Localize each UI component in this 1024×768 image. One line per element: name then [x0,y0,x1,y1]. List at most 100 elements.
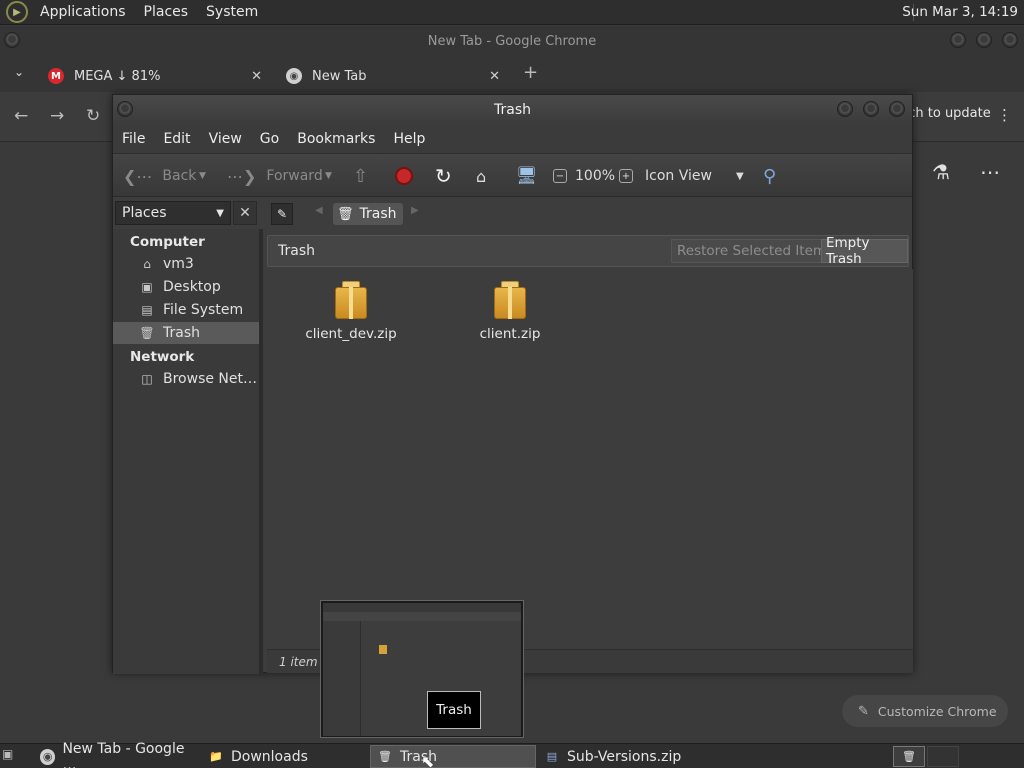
chrome-window-title: New Tab - Google Chrome [427,33,597,49]
window-menu-icon[interactable] [117,101,133,117]
window-title: Trash [494,102,531,118]
path-scroll-left-icon[interactable]: ◀ [315,205,323,216]
menu-file[interactable]: File [117,131,158,147]
minimize-icon[interactable] [950,32,966,48]
tab-mega[interactable]: M MEGA ↓ 81% ✕ [48,60,262,92]
restore-selected-button[interactable]: Restore Selected Items [671,239,840,263]
tab-search-chevron-icon[interactable]: ⌄ [14,65,24,79]
chrome-tab-strip: ⌄ M MEGA ↓ 81% ✕ ◉ New Tab ✕ + [0,56,1024,92]
sidebar-item-browse-network[interactable]: ◫ Browse Net… [113,368,259,390]
network-icon: ◫ [141,372,153,386]
file-manager-titlebar: Trash [113,95,912,125]
view-mode-select[interactable]: Icon View [645,154,712,198]
clock[interactable]: Sun Mar 3, 14:19 [902,4,1018,20]
file-name: client_dev.zip [305,326,397,342]
window-preview-thumbnail[interactable] [320,600,524,738]
menu-help[interactable]: Help [388,131,438,147]
maximize-icon[interactable] [863,101,879,117]
zoom-out-icon[interactable]: − [553,154,573,198]
file-manager-window: Trash File Edit View Go Bookmarks Help ❮… [112,94,913,674]
back-button[interactable]: ❮⋯ Back [123,154,196,198]
forward-history-arrow-icon[interactable]: ▼ [325,154,332,198]
package-icon [494,281,526,319]
back-arrow-icon[interactable]: ← [14,106,28,126]
back-arrow-icon: ❮⋯ [123,166,153,186]
labs-flask-icon[interactable]: ⚗ [932,160,950,184]
breadcrumb-trash[interactable]: 🗑 Trash [333,203,403,225]
menu-places[interactable]: Places [138,4,195,20]
sidebar-close-icon[interactable]: ✕ [233,201,257,225]
apps-grid-icon[interactable]: ⋯ [980,160,1000,184]
menu-edit[interactable]: Edit [158,131,203,147]
sidebar-item-label: File System [163,302,244,318]
trash-icon: 🗑 [337,206,354,222]
file-name: client.zip [479,326,541,342]
menu-view[interactable]: View [204,131,255,147]
forward-arrow-icon: ⋯❯ [227,166,257,186]
zoom-in-icon[interactable]: + [619,154,639,198]
task-downloads[interactable]: 📁 Downloads [202,745,366,768]
reload-icon[interactable]: ↻ [86,106,100,126]
preview-tooltip: Trash [427,691,481,729]
sidebar-item-vm3[interactable]: ⌂ vm3 [113,253,259,275]
menu-system[interactable]: System [200,4,264,20]
back-history-arrow-icon[interactable]: ▼ [199,154,206,198]
chrome-icon: ◉ [286,68,302,84]
computer-icon[interactable]: 🖥 [516,154,538,198]
sidebar: Computer ⌂ vm3 ▣ Desktop ▤ File System 🗑… [113,229,263,674]
workspace-2[interactable] [927,746,959,767]
file-item[interactable]: client.zip [460,281,560,342]
trash-icon: 🗑 [378,750,392,763]
task-sub-versions[interactable]: ▤ Sub-Versions.zip [538,745,704,768]
edit-location-icon[interactable]: ✎ [271,203,293,225]
empty-trash-button[interactable]: Empty Trash [821,235,908,267]
path-scroll-right-icon[interactable]: ▶ [411,205,419,216]
package-icon [335,281,367,319]
bottom-panel: ▣ ◉ New Tab - Google … 📁 Downloads 🗑 Tra… [0,741,1024,768]
task-label: Sub-Versions.zip [567,748,682,765]
pencil-icon: ✎ [858,703,869,719]
home-icon[interactable]: ⌂ [476,154,486,198]
forward-arrow-icon[interactable]: → [50,106,64,126]
update-button[interactable]: nch to update [900,106,991,121]
sidebar-heading-computer: Computer [130,234,205,250]
view-mode-dropdown-icon[interactable]: ▼ [736,154,744,198]
task-trash[interactable]: 🗑 Trash [370,745,536,768]
close-icon[interactable] [889,101,905,117]
tab-new-tab[interactable]: ◉ New Tab ✕ [286,60,500,92]
customize-chrome-button[interactable]: ✎ Customize Chrome [842,695,1008,727]
stop-icon[interactable] [395,154,413,198]
task-label: New Tab - Google … [62,740,185,768]
up-arrow-icon[interactable]: ⇧ [353,154,368,198]
maximize-icon[interactable] [976,32,992,48]
sidebar-item-file-system[interactable]: ▤ File System [113,299,259,321]
folder-icon: 📁 [209,750,223,763]
task-chrome[interactable]: ◉ New Tab - Google … [34,741,198,768]
sidebar-item-desktop[interactable]: ▣ Desktop [113,276,259,298]
drive-icon: ▤ [141,303,153,317]
new-tab-button[interactable]: + [523,62,538,83]
file-item[interactable]: client_dev.zip [301,281,401,342]
file-manager-toolbar: ❮⋯ Back ▼ ⋯❯ Forward ▼ ⇧ ↻ ⌂ 🖥 − 100% + … [113,153,912,197]
window-menu-icon[interactable] [4,32,20,48]
tab-close-icon[interactable]: ✕ [251,69,262,84]
reload-icon[interactable]: ↻ [435,154,452,198]
sidebar-places-select[interactable]: Places ▼ [115,201,231,225]
search-icon[interactable]: ⚲ [763,154,776,198]
minimize-icon[interactable] [837,101,853,117]
menu-go[interactable]: Go [255,131,292,147]
gnome-foot-icon[interactable]: ▶ [6,1,28,23]
menu-applications[interactable]: Applications [34,4,132,20]
tab-close-icon[interactable]: ✕ [489,69,500,84]
close-icon[interactable] [1002,32,1018,48]
kebab-menu-icon[interactable]: ⋮ [997,106,1012,124]
workspace-1[interactable]: 🗑 [893,746,925,767]
sidebar-item-trash[interactable]: 🗑 Trash [113,322,259,344]
show-desktop-icon[interactable]: ▣ [2,747,22,765]
forward-label: Forward [266,168,323,184]
menu-bookmarks[interactable]: Bookmarks [292,131,388,147]
places-select-label: Places [122,205,167,221]
zoom-level: 100% [575,168,616,184]
forward-button[interactable]: ⋯❯ Forward [227,154,323,198]
sidebar-item-label: vm3 [163,256,194,272]
